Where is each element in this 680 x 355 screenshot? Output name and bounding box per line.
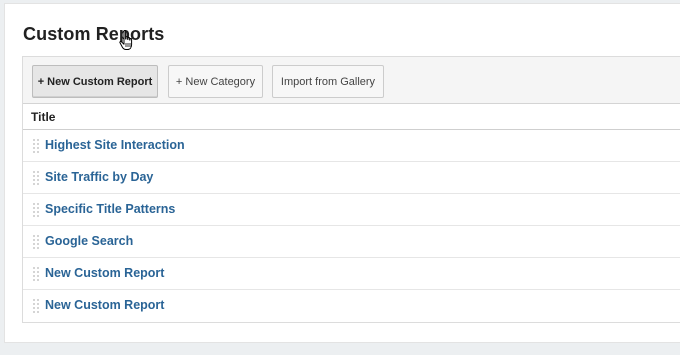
- report-link[interactable]: Site Traffic by Day: [45, 170, 153, 184]
- drag-handle-icon[interactable]: [33, 299, 39, 313]
- table-row: Specific Title Patterns: [23, 194, 680, 226]
- new-category-button[interactable]: + New Category: [168, 65, 263, 98]
- column-header-title[interactable]: Title: [31, 110, 55, 124]
- table-row: Highest Site Interaction: [23, 130, 680, 162]
- drag-handle-icon[interactable]: [33, 267, 39, 281]
- reports-table: + New Custom Report + New Category Impor…: [22, 56, 680, 323]
- report-link[interactable]: Specific Title Patterns: [45, 202, 175, 216]
- import-from-gallery-button[interactable]: Import from Gallery: [272, 65, 384, 98]
- drag-handle-icon[interactable]: [33, 139, 39, 153]
- report-link[interactable]: New Custom Report: [45, 266, 164, 280]
- drag-handle-icon[interactable]: [33, 171, 39, 185]
- table-row: Site Traffic by Day: [23, 162, 680, 194]
- report-link[interactable]: New Custom Report: [45, 298, 164, 312]
- toolbar: + New Custom Report + New Category Impor…: [23, 57, 680, 104]
- report-link[interactable]: Google Search: [45, 234, 133, 248]
- new-custom-report-button[interactable]: + New Custom Report: [32, 65, 158, 98]
- table-row: New Custom Report: [23, 290, 680, 322]
- page-background: Custom Reports + New Custom Report + New…: [0, 0, 680, 355]
- page-title: Custom Reports: [23, 24, 165, 44]
- report-link[interactable]: Highest Site Interaction: [45, 138, 185, 152]
- table-header: Title: [23, 104, 680, 130]
- custom-reports-panel: Custom Reports + New Custom Report + New…: [4, 3, 680, 343]
- drag-handle-icon[interactable]: [33, 203, 39, 217]
- table-row: Google Search: [23, 226, 680, 258]
- drag-handle-icon[interactable]: [33, 235, 39, 249]
- table-row: New Custom Report: [23, 258, 680, 290]
